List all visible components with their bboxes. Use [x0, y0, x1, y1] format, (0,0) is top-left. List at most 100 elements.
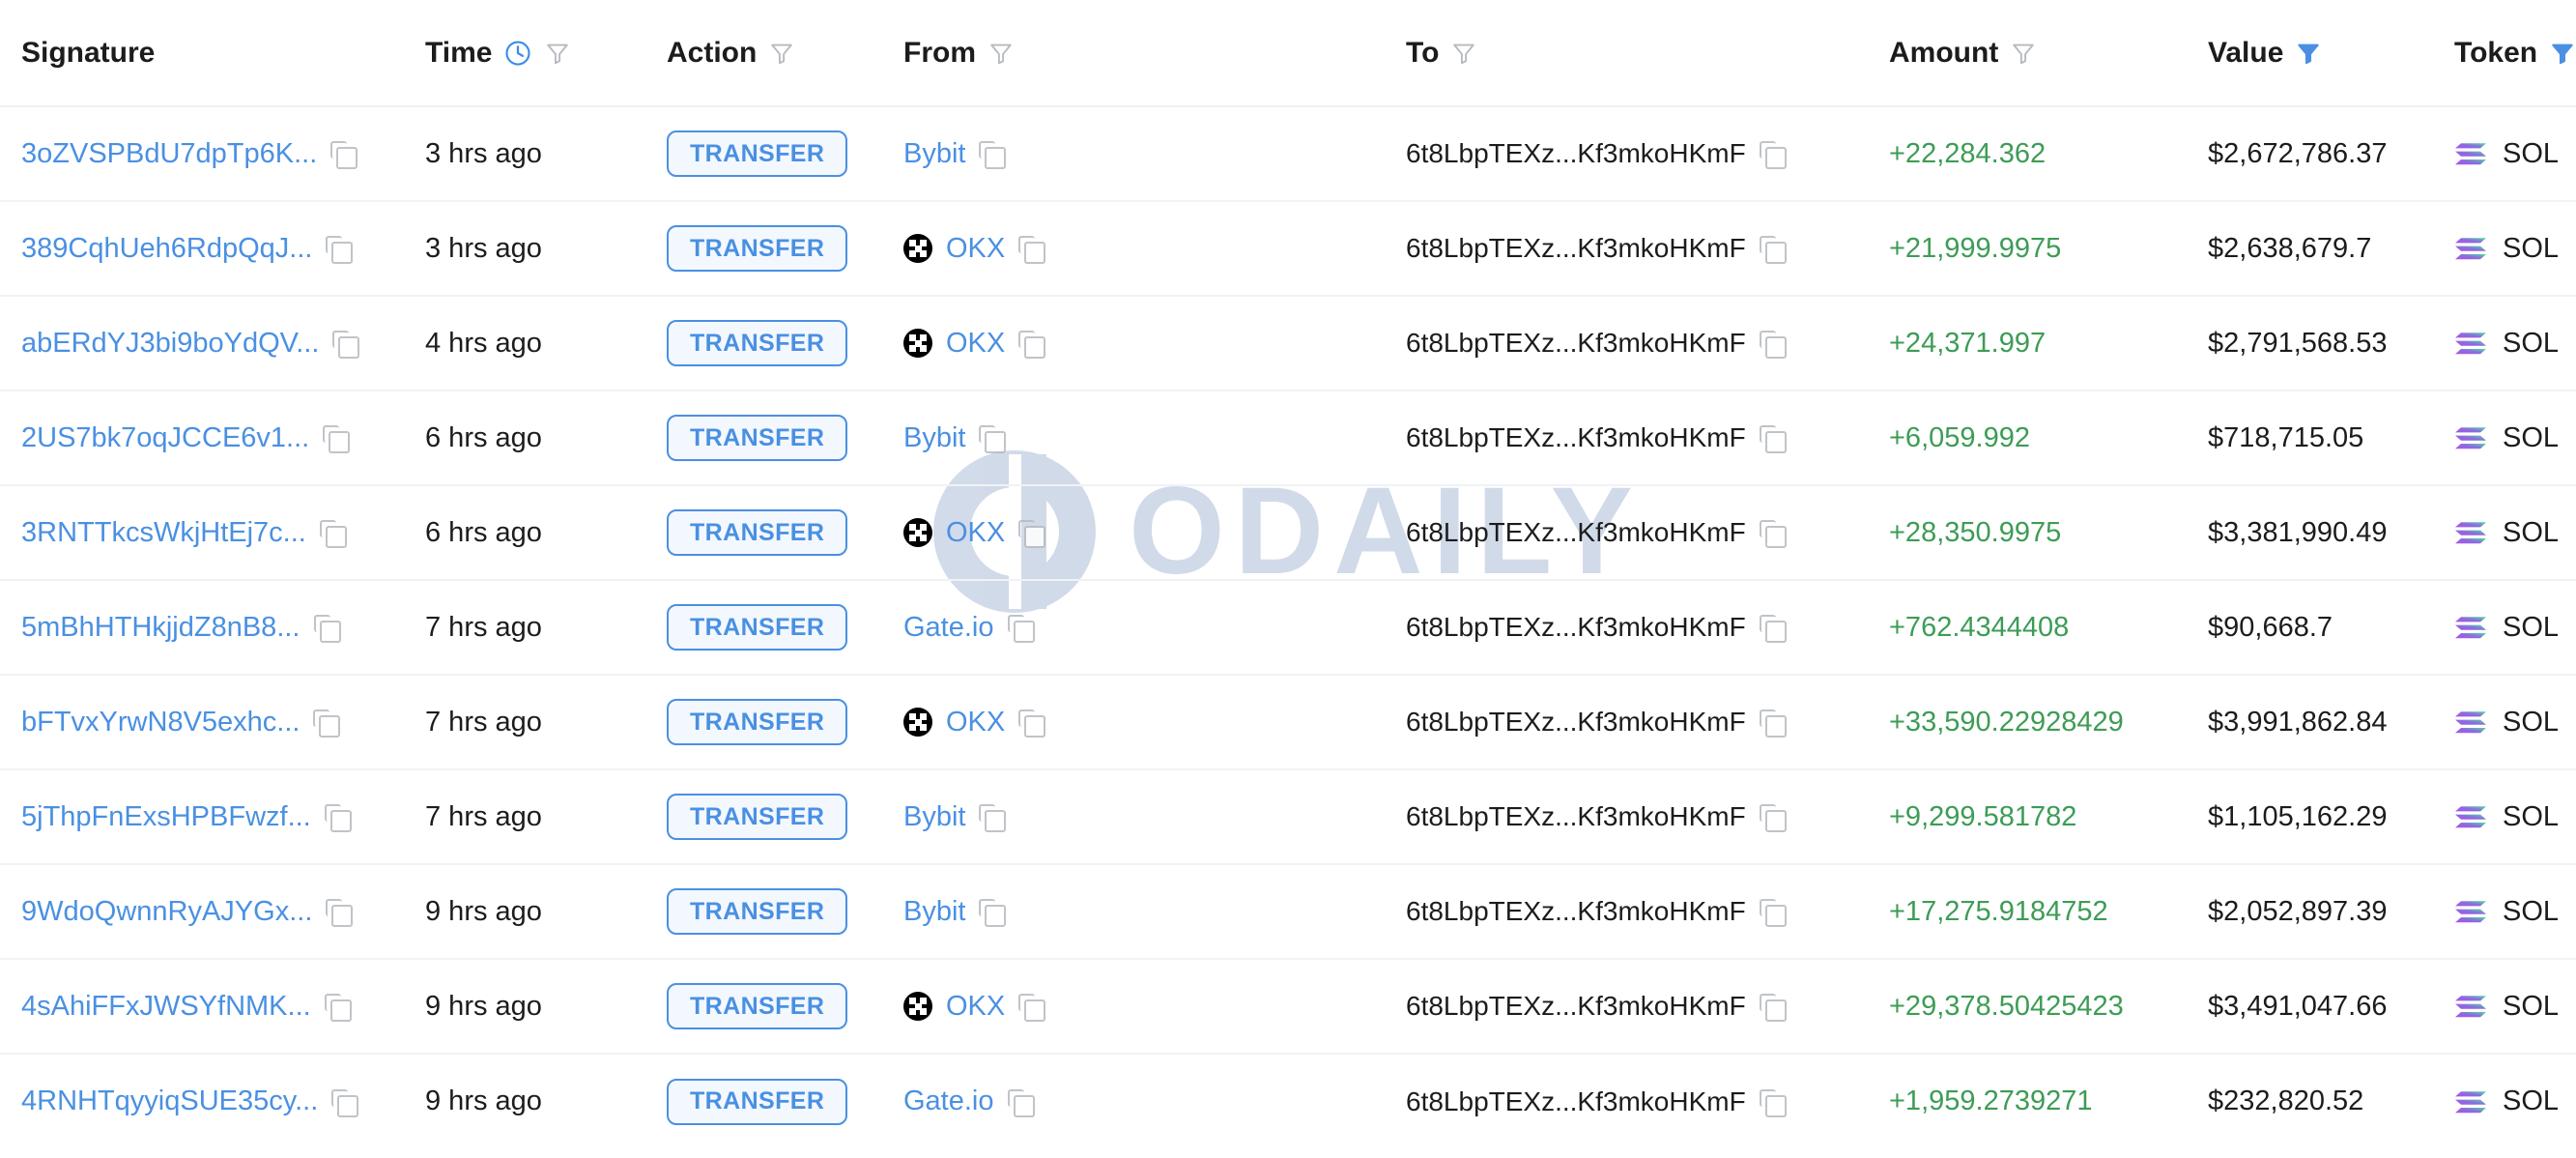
action-badge-transfer[interactable]: TRANSFER	[667, 604, 848, 651]
copy-icon[interactable]	[1759, 709, 1787, 738]
column-header-signature[interactable]: Signature	[0, 0, 425, 107]
copy-icon[interactable]	[979, 804, 1007, 832]
table-row[interactable]: 3RNTTkcsWkjHtEj7c... 6 hrs ago TRANSFER OKX…	[0, 485, 2576, 581]
copy-icon[interactable]	[330, 141, 358, 169]
action-badge-transfer[interactable]: TRANSFER	[667, 794, 848, 840]
signature-link[interactable]: 4sAhiFFxJWSYfNMK...	[21, 991, 311, 1023]
from-link[interactable]: OKX	[946, 328, 1005, 360]
copy-icon[interactable]	[332, 331, 360, 359]
signature-link[interactable]: bFTvxYrwN8V5exhc...	[21, 707, 300, 738]
copy-icon[interactable]	[1018, 994, 1046, 1022]
from-link[interactable]: OKX	[946, 233, 1005, 265]
signature-link[interactable]: 9WdoQwnnRyAJYGx...	[21, 896, 312, 928]
action-badge-transfer[interactable]: TRANSFER	[667, 225, 848, 272]
copy-icon[interactable]	[1018, 331, 1046, 359]
filter-icon-token-active[interactable]	[2549, 40, 2576, 67]
from-link[interactable]: OKX	[946, 991, 1005, 1023]
action-badge-transfer[interactable]: TRANSFER	[667, 699, 848, 745]
filter-icon-value-active[interactable]	[2295, 40, 2322, 67]
copy-icon[interactable]	[1759, 899, 1787, 927]
copy-icon[interactable]	[324, 994, 352, 1022]
cell-token: SOL	[2454, 1054, 2576, 1148]
table-row[interactable]: bFTvxYrwN8V5exhc... 7 hrs ago TRANSFER OKX 6…	[0, 675, 2576, 770]
table-row[interactable]: 2US7bk7oqJCCE6v1... 6 hrs ago TRANSFER Bybi…	[0, 391, 2576, 486]
clock-icon[interactable]	[503, 39, 532, 68]
table-row[interactable]: abERdYJ3bi9boYdQV... 4 hrs ago TRANSFER OKX…	[0, 296, 2576, 391]
copy-icon[interactable]	[324, 804, 352, 832]
from-link[interactable]: OKX	[946, 517, 1005, 549]
table-row[interactable]: 4sAhiFFxJWSYfNMK... 9 hrs ago TRANSFER OKX 6…	[0, 959, 2576, 1055]
from-link[interactable]: Bybit	[903, 422, 965, 454]
column-header-time[interactable]: Time	[425, 0, 667, 107]
column-header-amount[interactable]: Amount	[1889, 0, 2208, 107]
table-row[interactable]: 5mBhHTHkjjdZ8nB8... 7 hrs ago TRANSFER Gate…	[0, 580, 2576, 676]
from-link[interactable]: Bybit	[903, 138, 965, 170]
table-row[interactable]: 389CqhUeh6RdpQqJ... 3 hrs ago TRANSFER OKX 6…	[0, 201, 2576, 297]
from-link[interactable]: Gate.io	[903, 1086, 994, 1117]
column-header-token[interactable]: Token	[2454, 0, 2576, 107]
table-row[interactable]: 4RNHTqyyiqSUE35cy... 9 hrs ago TRANSFER Gat…	[0, 1054, 2576, 1148]
copy-icon[interactable]	[1759, 425, 1787, 453]
table-row[interactable]: 9WdoQwnnRyAJYGx... 9 hrs ago TRANSFER Bybit…	[0, 864, 2576, 960]
copy-icon[interactable]	[1007, 1088, 1035, 1117]
signature-link[interactable]: 5mBhHTHkjjdZ8nB8...	[21, 612, 301, 644]
copy-icon[interactable]	[331, 1088, 359, 1117]
action-badge-transfer[interactable]: TRANSFER	[667, 983, 848, 1029]
cell-time: 9 hrs ago	[425, 864, 667, 960]
copy-icon[interactable]	[1759, 994, 1787, 1022]
from-link[interactable]: Bybit	[903, 896, 965, 928]
copy-icon[interactable]	[319, 520, 347, 548]
table-row[interactable]: 5jThpFnExsHPBFwzf... 7 hrs ago TRANSFER Byb…	[0, 769, 2576, 865]
signature-link[interactable]: abERdYJ3bi9boYdQV...	[21, 328, 319, 360]
table-row[interactable]: 3oZVSPBdU7dpTp6K... 3 hrs ago TRANSFER Bybi…	[0, 106, 2576, 202]
signature-link[interactable]: 389CqhUeh6RdpQqJ...	[21, 233, 312, 265]
copy-icon[interactable]	[979, 425, 1007, 453]
copy-icon[interactable]	[1759, 615, 1787, 643]
column-header-to[interactable]: To	[1406, 0, 1889, 107]
filter-icon-action[interactable]	[768, 40, 795, 67]
cell-to: 6t8LbpTEXz...Kf3mkoHKmF	[1406, 1054, 1889, 1148]
action-badge-transfer[interactable]: TRANSFER	[667, 415, 848, 461]
from-link[interactable]: Gate.io	[903, 612, 994, 644]
copy-icon[interactable]	[323, 425, 351, 453]
copy-icon[interactable]	[1759, 331, 1787, 359]
header-row: Signature Time Action From To Amount Val…	[0, 0, 2576, 107]
action-badge-transfer[interactable]: TRANSFER	[667, 888, 848, 935]
copy-icon[interactable]	[1759, 520, 1787, 548]
action-badge-transfer[interactable]: TRANSFER	[667, 320, 848, 366]
copy-icon[interactable]	[1759, 804, 1787, 832]
copy-icon[interactable]	[979, 141, 1007, 169]
copy-icon[interactable]	[326, 899, 354, 927]
action-badge-transfer[interactable]: TRANSFER	[667, 130, 848, 177]
copy-icon[interactable]	[1759, 1088, 1787, 1117]
from-link[interactable]: Bybit	[903, 801, 965, 833]
copy-icon[interactable]	[1007, 615, 1035, 643]
from-link[interactable]: OKX	[946, 707, 1005, 738]
copy-icon[interactable]	[1018, 520, 1046, 548]
signature-link[interactable]: 5jThpFnExsHPBFwzf...	[21, 801, 311, 833]
filter-icon-to[interactable]	[1450, 40, 1477, 67]
copy-icon[interactable]	[326, 236, 354, 264]
action-badge-transfer[interactable]: TRANSFER	[667, 1078, 848, 1125]
filter-icon-amount[interactable]	[2010, 40, 2037, 67]
signature-link[interactable]: 2US7bk7oqJCCE6v1...	[21, 422, 309, 454]
signature-link[interactable]: 3RNTTkcsWkjHtEj7c...	[21, 517, 306, 549]
copy-icon[interactable]	[1759, 141, 1787, 169]
column-header-from[interactable]: From	[903, 0, 1406, 107]
copy-icon[interactable]	[979, 899, 1007, 927]
column-header-action[interactable]: Action	[667, 0, 903, 107]
copy-icon[interactable]	[1018, 709, 1046, 738]
copy-icon[interactable]	[1018, 236, 1046, 264]
copy-icon[interactable]	[313, 709, 341, 738]
signature-link[interactable]: 4RNHTqyyiqSUE35cy...	[21, 1086, 318, 1117]
filter-icon-time[interactable]	[544, 40, 571, 67]
cell-token: SOL	[2454, 296, 2576, 391]
signature-link[interactable]: 3oZVSPBdU7dpTp6K...	[21, 138, 317, 170]
copy-icon[interactable]	[313, 615, 341, 643]
amount-value: +762.4344408	[1889, 611, 2070, 643]
column-header-value[interactable]: Value	[2208, 0, 2454, 107]
cell-from: Bybit	[903, 391, 1406, 486]
action-badge-transfer[interactable]: TRANSFER	[667, 509, 848, 556]
copy-icon[interactable]	[1759, 236, 1787, 264]
filter-icon-from[interactable]	[987, 40, 1015, 67]
